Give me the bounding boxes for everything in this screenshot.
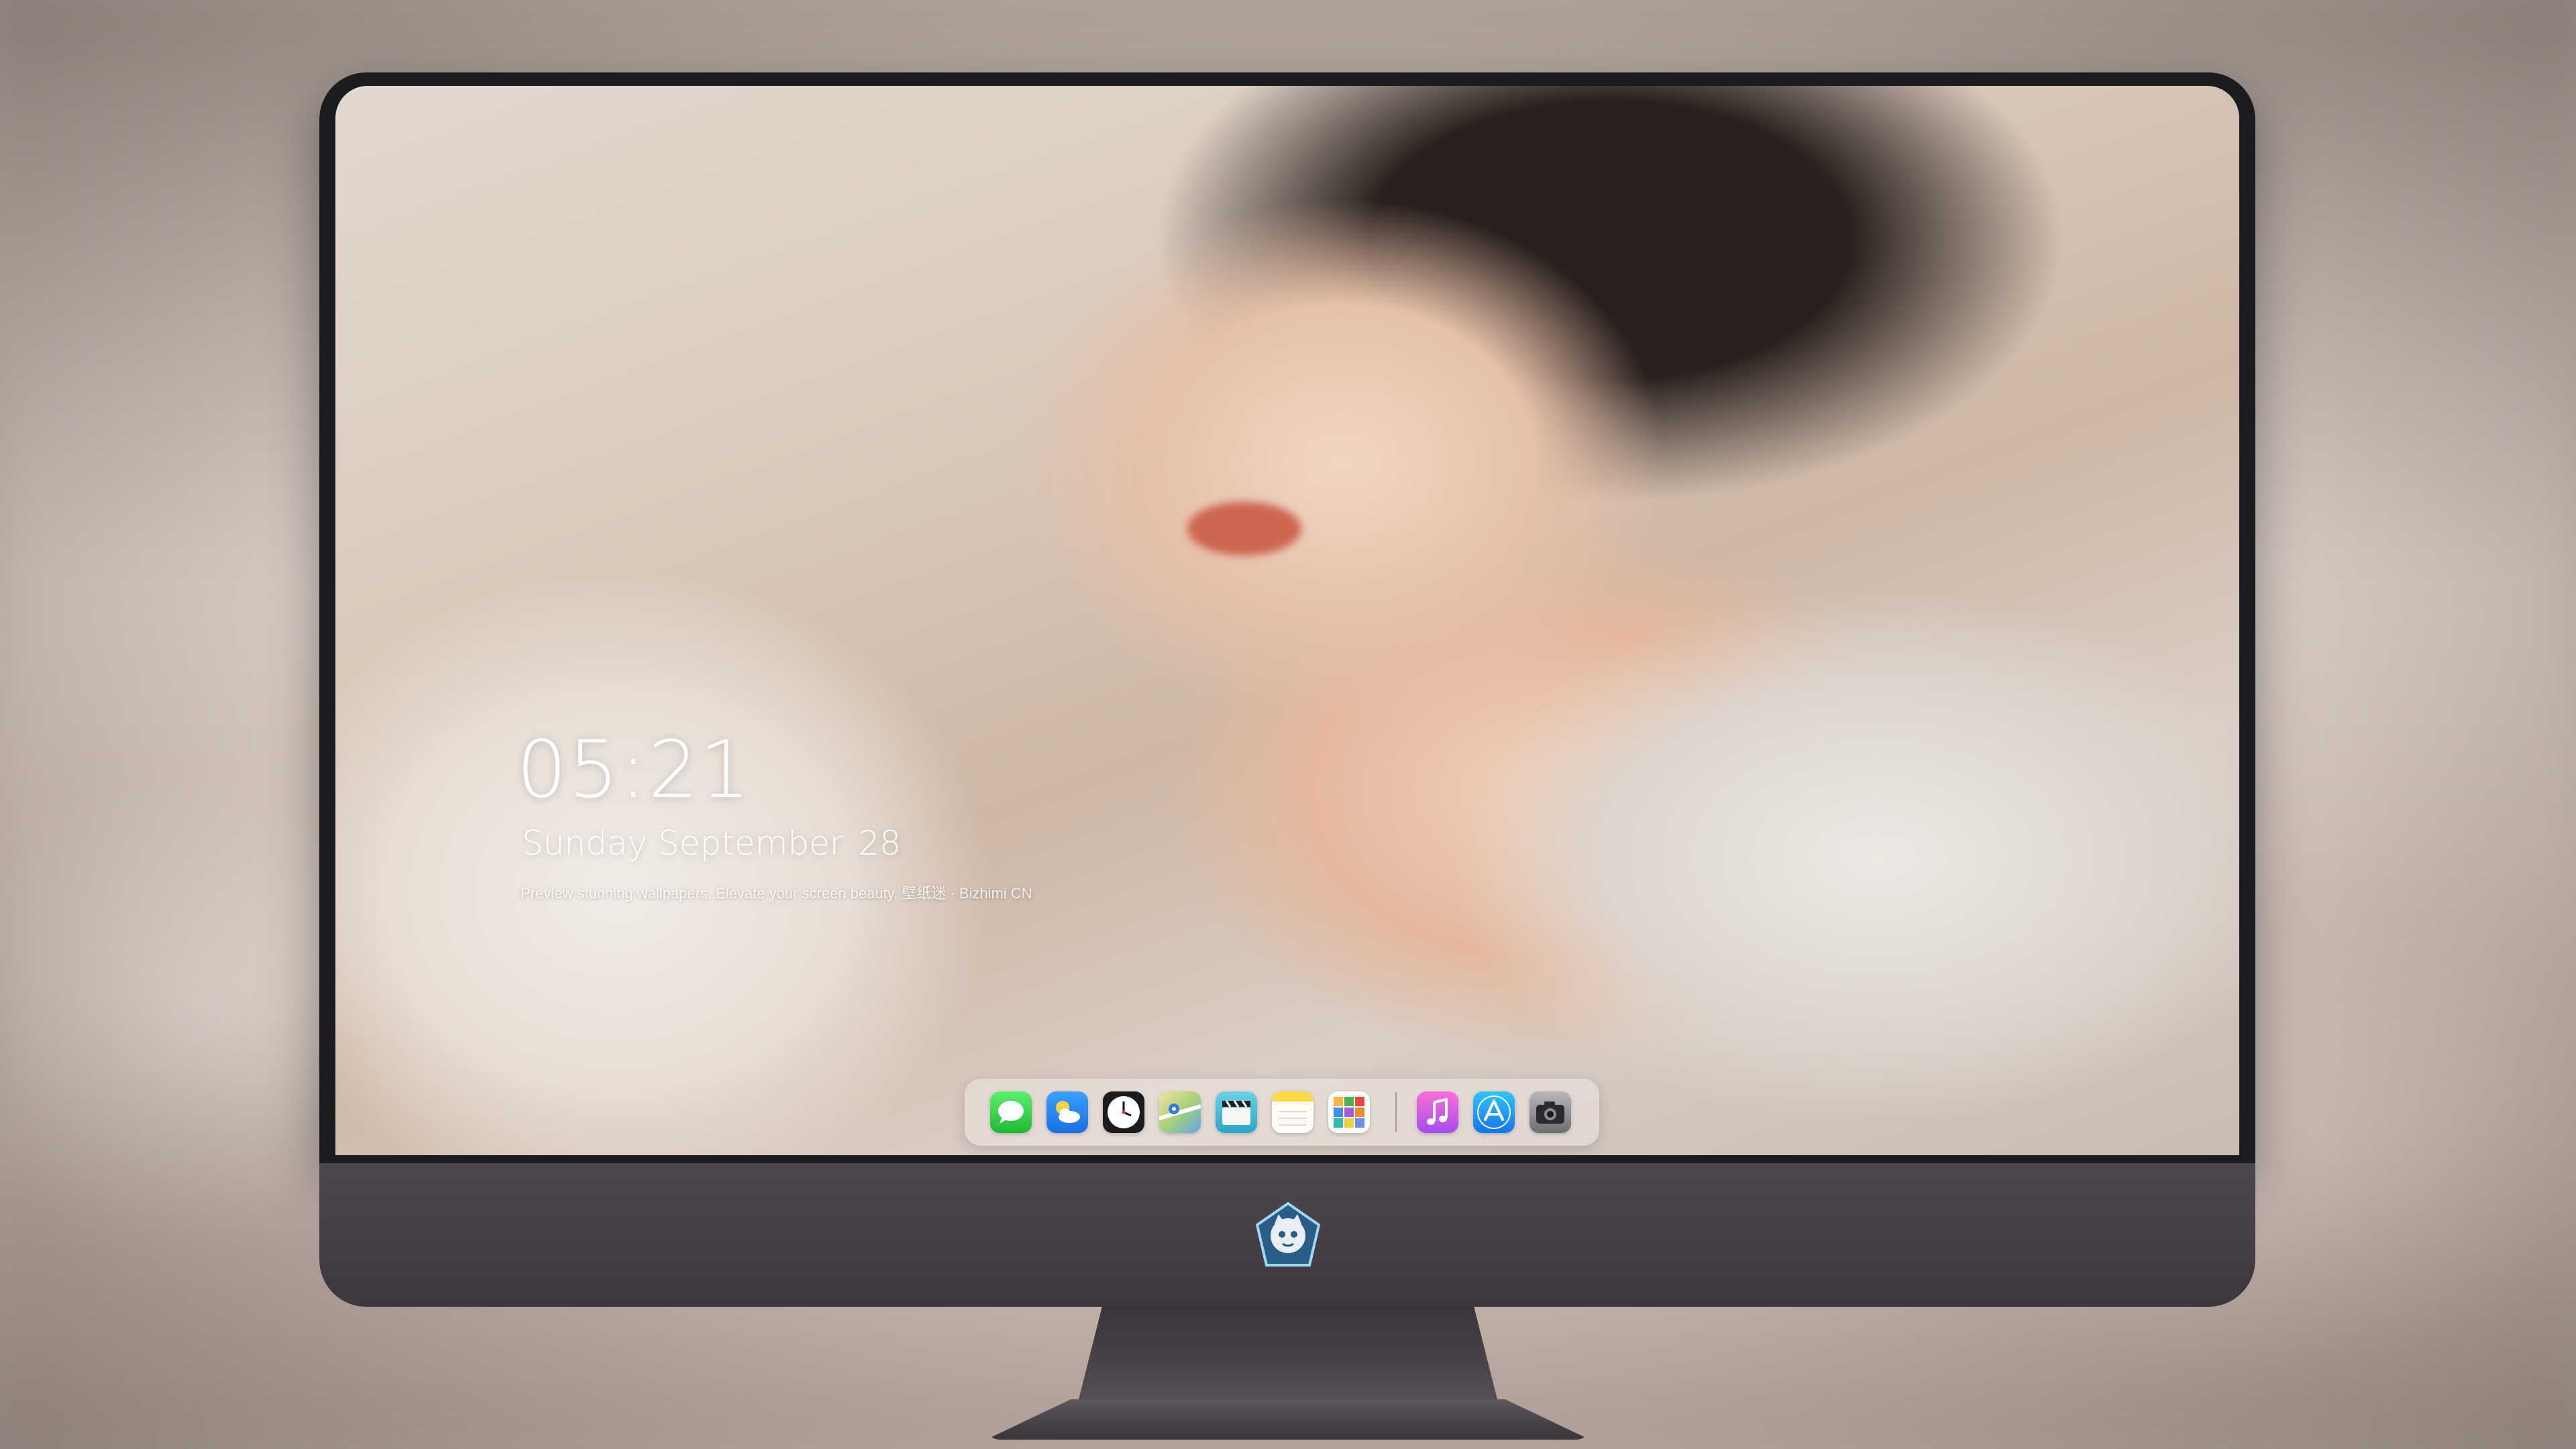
- clapperboard-icon[interactable]: [1216, 1091, 1257, 1133]
- clock-weekday-month: Sunday September: [522, 824, 844, 863]
- camera-icon[interactable]: [1529, 1091, 1571, 1133]
- maps-icon[interactable]: [1159, 1091, 1201, 1133]
- messages-icon[interactable]: [990, 1091, 1032, 1133]
- wallpaper-tagline: Preview stunning wallpapers. Elevate you…: [521, 885, 1032, 902]
- clock-time: 05:21: [517, 723, 752, 816]
- weather-icon[interactable]: [1046, 1091, 1088, 1133]
- clock-icon[interactable]: [1103, 1091, 1144, 1133]
- monitor-stand-base: [986, 1399, 1590, 1440]
- photo-grid-icon[interactable]: [1328, 1091, 1370, 1133]
- dock-separator: [1395, 1092, 1397, 1132]
- lock-screen-clock: 05:21 Sunday September 28 Preview stunnin…: [517, 730, 1032, 903]
- desktop-screen: 05:21 Sunday September 28 Preview stunnin…: [335, 86, 2239, 1155]
- clock-day: 28: [858, 824, 901, 863]
- wallpaper-detail: [1187, 502, 1301, 555]
- clock-date: Sunday September 28: [522, 824, 1032, 863]
- dock: [965, 1079, 1599, 1146]
- mascot-logo-icon: [1253, 1201, 1323, 1271]
- monitor-stand-neck: [1077, 1307, 1499, 1407]
- notes-icon[interactable]: [1272, 1091, 1313, 1133]
- music-note-icon[interactable]: [1417, 1091, 1458, 1133]
- app-store-icon[interactable]: [1473, 1091, 1515, 1133]
